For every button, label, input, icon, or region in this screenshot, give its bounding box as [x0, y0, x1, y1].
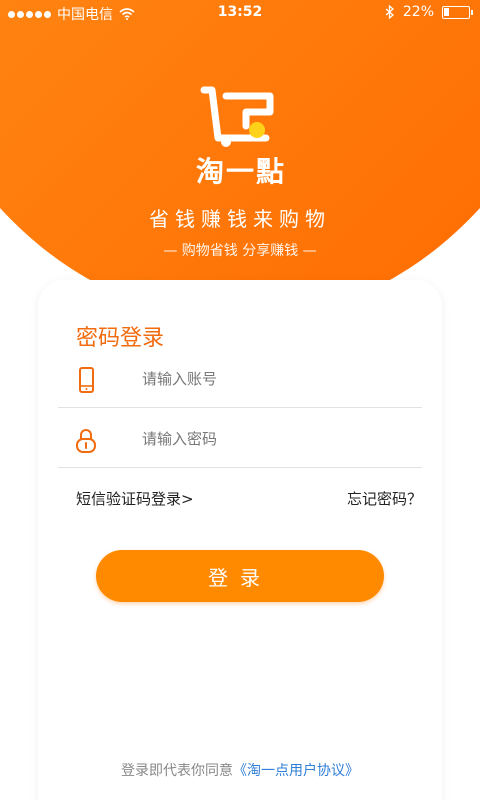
slogan: 省钱赚钱来购物: [149, 207, 331, 231]
agreement-text: 登录即代表你同意《淘一点用户协议》: [0, 760, 480, 780]
app-name: 淘一點: [195, 155, 286, 188]
login-button[interactable]: 登录: [96, 550, 384, 602]
login-title: 密码登录: [76, 326, 165, 351]
phone-icon: [79, 367, 94, 393]
status-bar: 中国电信 13:52 22%: [0, 0, 480, 26]
forgot-password-link[interactable]: 忘记密码？: [347, 488, 422, 509]
password-field: [58, 412, 422, 468]
agreement-prefix: 登录即代表你同意: [121, 763, 233, 779]
password-input[interactable]: [142, 424, 412, 454]
battery-icon: [442, 5, 473, 19]
sub-slogan: — 购物省钱 分享赚钱 —: [163, 243, 317, 259]
bluetooth-icon: [385, 5, 394, 19]
status-right: 22%: [385, 4, 473, 20]
lock-icon: [76, 429, 96, 453]
account-input[interactable]: [142, 364, 412, 394]
battery-fill: [444, 7, 449, 16]
sms-login-link[interactable]: 短信验证码登录>: [76, 488, 194, 509]
account-field: [58, 352, 422, 408]
battery-percent: 22%: [402, 4, 434, 20]
user-agreement-link[interactable]: 《淘一点用户协议》: [233, 763, 359, 779]
